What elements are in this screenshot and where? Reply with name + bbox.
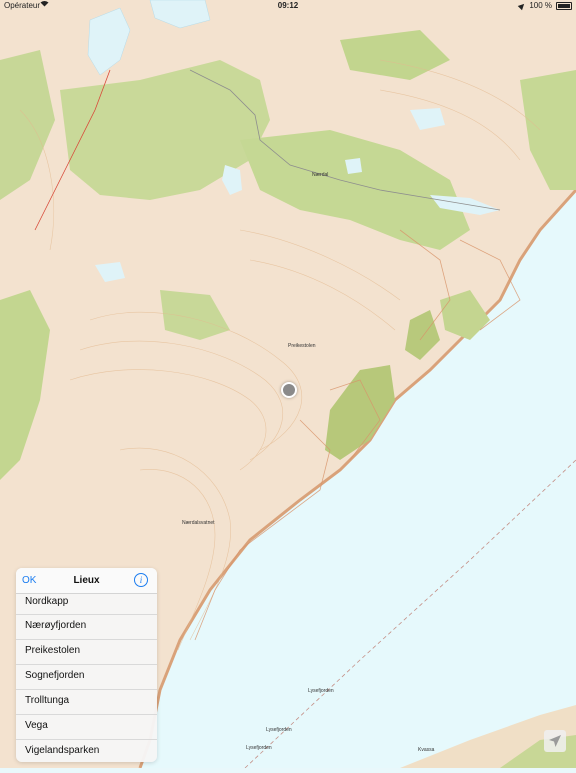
status-time: 09:12 <box>277 1 299 10</box>
list-item-vega[interactable]: Vega <box>16 715 157 740</box>
list-item-naeroyfjorden[interactable]: Nærøyfjorden <box>16 615 157 640</box>
map-label: Lysefjorden <box>246 745 272 751</box>
map-label: Kvassa <box>418 747 435 753</box>
places-list: Nordkapp Nærøyfjorden Preikestolen Sogne… <box>16 594 157 762</box>
map-label: Nærdal <box>312 172 329 178</box>
map-label: Preikestolen <box>288 343 316 349</box>
locate-me-button[interactable] <box>544 730 566 752</box>
places-panel-header: OK Lieux i <box>16 568 157 594</box>
location-services-icon <box>518 1 527 10</box>
places-panel: OK Lieux i Nordkapp Nærøyfjorden Preikes… <box>16 568 157 762</box>
status-right: 100 % <box>518 1 572 10</box>
map-label: Nærdalsvatnet <box>182 520 215 526</box>
map-label: Lysefjorden <box>266 727 292 733</box>
list-item-trolltunga[interactable]: Trolltunga <box>16 690 157 715</box>
info-icon[interactable]: i <box>134 573 148 587</box>
battery-label: 100 % <box>529 1 552 10</box>
battery-icon <box>556 1 572 10</box>
list-item-preikestolen[interactable]: Preikestolen <box>16 640 157 665</box>
list-item-vigelandsparken[interactable]: Vigelandsparken <box>16 740 157 762</box>
status-bar: Opérateur 09:12 100 % <box>0 0 576 12</box>
location-arrow-icon <box>549 735 561 747</box>
list-item-nordkapp[interactable]: Nordkapp <box>16 594 157 615</box>
map-label: Lysefjorden <box>308 688 334 694</box>
list-item-sognefjorden[interactable]: Sognefjorden <box>16 665 157 690</box>
location-pin[interactable] <box>281 382 297 398</box>
